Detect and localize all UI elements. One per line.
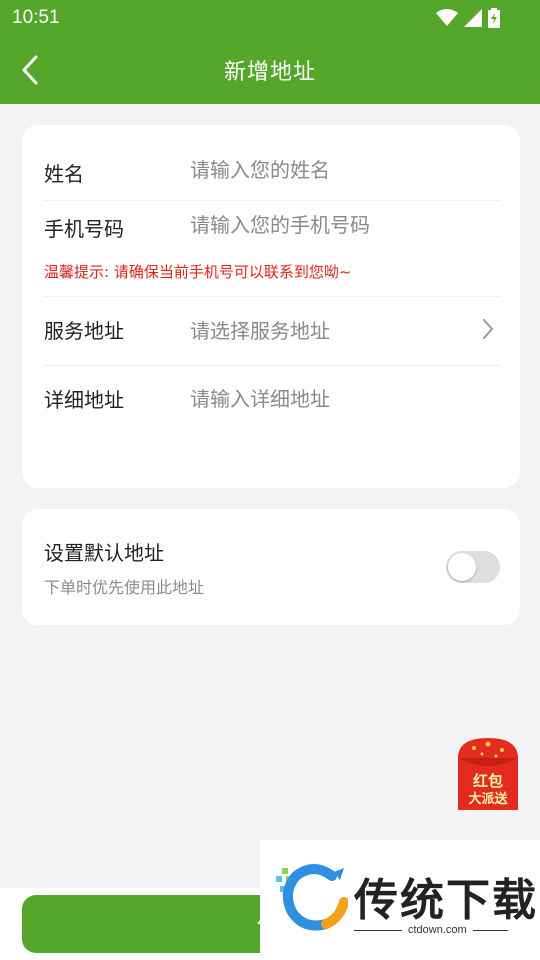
detail-address-label: 详细地址	[44, 388, 124, 412]
svg-text:红包: 红包	[473, 772, 503, 790]
phone-tip: 温馨提示: 请确保当前手机号可以联系到您呦~	[44, 263, 352, 281]
phone-label: 手机号码	[44, 217, 124, 241]
watermark-brand: 传统下载	[354, 875, 538, 926]
ctdown-logo-icon	[276, 864, 348, 931]
svg-text:大派送: 大派送	[468, 791, 508, 807]
phone-input[interactable]	[190, 213, 470, 237]
status-bar: 10:51	[0, 0, 540, 36]
service-address-placeholder: 请选择服务地址	[190, 319, 330, 343]
signal-icon	[464, 9, 482, 27]
name-label: 姓名	[44, 162, 84, 186]
divider	[44, 200, 500, 201]
phone-row: 手机号码	[44, 213, 500, 243]
page-title: 新增地址	[223, 60, 316, 85]
name-input[interactable]	[190, 158, 470, 182]
service-address-row[interactable]: 服务地址 请选择服务地址	[44, 315, 500, 345]
watermark-url: ctdown.com	[402, 924, 473, 936]
status-time: 10:51	[12, 7, 60, 28]
default-address-subtitle: 下单时优先使用此地址	[44, 578, 205, 597]
app-bar: 新增地址	[0, 36, 540, 104]
toggle-knob	[448, 553, 476, 581]
chevron-right-icon	[476, 315, 500, 343]
watermark: 传统下载 ctdown.com	[260, 840, 540, 960]
default-address-toggle[interactable]	[446, 551, 500, 583]
default-address-title: 设置默认地址	[44, 541, 164, 565]
wifi-icon	[436, 9, 458, 26]
address-form-card: 姓名 手机号码 温馨提示: 请确保当前手机号可以联系到您呦~ 服务地址 请选择服…	[22, 125, 520, 488]
divider	[44, 365, 500, 366]
detail-address-input[interactable]	[190, 387, 470, 411]
service-address-label: 服务地址	[44, 319, 124, 343]
red-packet-button[interactable]: 红包 大派送	[454, 736, 522, 810]
red-envelope-icon: 红包 大派送	[458, 738, 518, 810]
status-icons	[436, 8, 500, 28]
default-address-card: 设置默认地址 下单时优先使用此地址	[22, 509, 520, 625]
detail-address-row: 详细地址	[44, 384, 500, 464]
name-row: 姓名	[44, 158, 500, 188]
divider	[44, 296, 500, 297]
battery-icon	[488, 8, 500, 28]
